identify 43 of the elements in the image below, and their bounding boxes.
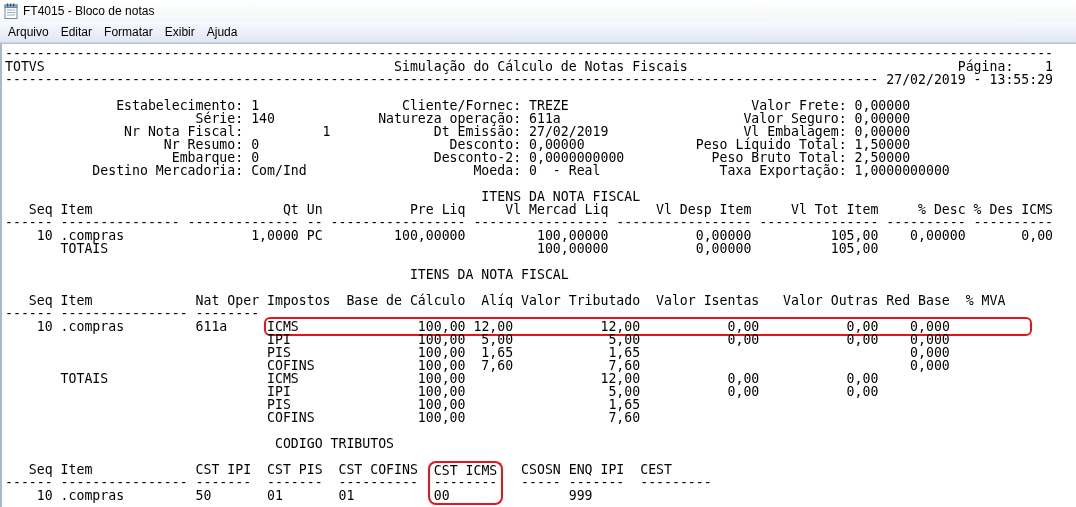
report-text: Seq Item Qt Un Pre Liq Vl Mercad Liq Vl Desp Item Vl Tot Item % Desc % Des ICMS	[27, 203, 1054, 216]
report-text: TOTAIS ICMS 100,00 12,00 0,00 0,00	[59, 372, 879, 385]
report-text: PIS 100,00 1,65 1,65 0,000	[266, 346, 950, 359]
report-text: TOTAIS 100,00000 0,00000 105,00	[59, 242, 879, 255]
circled-text: ICMS 100,00 12,00 12,00 0,00 0,00 0,000	[267, 320, 1030, 333]
report-text: Série: 140 Natureza operação: 611a Valor Seguro: 0,00000	[195, 112, 911, 125]
window-title: FT4015 - Bloco de notas	[23, 4, 155, 18]
report-text: Embarque: 0 Desconto-2: 0,0000000000 Peso Bruto Total: 2,50000	[171, 151, 911, 164]
report-text: IPI 100,00 5,00 0,00 0,00	[266, 385, 879, 398]
report-text: CSOSN ENQ IPI CEST	[520, 463, 672, 476]
report-text: Estabelecimento: 1 Cliente/Fornec: TREZE Valor Frete: 0,00000	[115, 99, 911, 112]
menu-item[interactable]: Ajuda	[200, 23, 244, 41]
report-text: ITENS DA NOTA FISCAL	[408, 268, 569, 281]
report-text: 999	[567, 489, 593, 502]
report-text: ----- ------- ---------	[520, 476, 712, 489]
report-text: ------ ---------------- ------- ------- ----------	[5, 476, 419, 489]
menu-item[interactable]: Editar	[54, 23, 99, 41]
circled-text: 00	[427, 489, 504, 505]
report-text: 10 .compras 50 01 01	[35, 489, 356, 502]
report-text: Nr Nota Fiscal: 1 Dt Emissão: 27/02/2019 Vl Embalagem: 0,00000	[123, 125, 911, 138]
report-text: -------------------------------------------------------------------------------------------------------------- 27/02/2019 - 13:55:29	[5, 73, 1054, 86]
report-text: COFINS 100,00 7,60	[266, 411, 641, 424]
report-text: ------ ---------------- --------	[5, 307, 260, 320]
report-text: ITENS DA NOTA FISCAL	[480, 190, 641, 203]
report-text: Seq Item CST IPI CST PIS CST COFINS	[27, 463, 419, 476]
menu-item[interactable]: Formatar	[98, 23, 159, 41]
report-text: 10 .compras 1,0000 PC 100,00000 100,00000 0,00000 105,00 0,00000 0,00	[35, 229, 1054, 242]
report-text: COFINS 100,00 7,60 7,60 0,000	[266, 359, 950, 372]
report-text: PIS 100,00 1,65	[266, 398, 641, 411]
circled-text: CST ICMS	[427, 461, 504, 476]
circled-text: --------	[427, 476, 504, 489]
notepad-icon	[4, 3, 18, 19]
report-text: Destino Mercadoria: Com/Ind Moeda: 0 - Real Taxa Exportação: 1,0000000000	[91, 164, 950, 177]
report-text: Seq Item Nat Oper Impostos Base de Cálculo Alíq Valor Tributado Valor Isentas Valor Outras Red Base % MVA	[27, 294, 1006, 307]
report-text: IPI 100,00 5,00 5,00 0,00 0,00 0,000	[266, 333, 950, 346]
report-text: ------------------------------------------------------------------------------------------------------------------------------------	[5, 47, 1054, 60]
report-text: CODIGO TRIBUTOS	[273, 437, 395, 450]
report-text: Nr Resumo: 0 Desconto: 0,00000 Peso Líquido Total: 1,50000	[162, 138, 911, 151]
report-text: TOTVS Simulação do Cálculo de Notas Fiscais Página: 1	[5, 60, 1054, 73]
menu-item[interactable]: Arquivo	[2, 23, 55, 41]
report-text: ------ --------------- -------------- -- ----------------- ----------------- ----------------- --------------- ---------- ----------	[5, 216, 1054, 229]
menu-item[interactable]: Exibir	[158, 23, 201, 41]
report-text: 10 .compras 611a	[35, 320, 229, 333]
